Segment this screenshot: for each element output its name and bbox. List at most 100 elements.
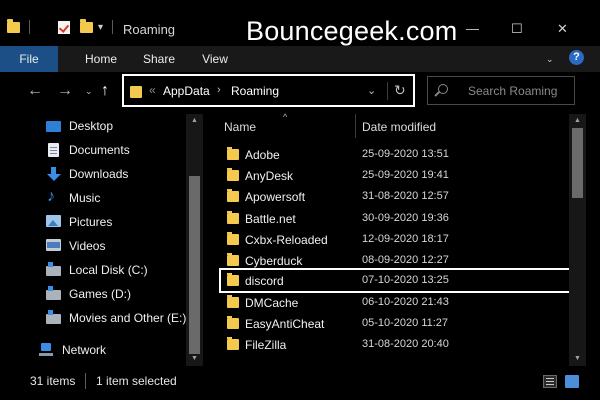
videos-icon bbox=[46, 239, 61, 251]
list-item[interactable]: Adobe 25-09-2020 13:51 bbox=[218, 144, 563, 166]
nav-item-movies-and-other-e[interactable]: Movies and Other (E:) bbox=[46, 308, 196, 328]
tab-home[interactable]: Home bbox=[78, 46, 124, 72]
drive-icon bbox=[46, 286, 61, 300]
properties-icon[interactable] bbox=[58, 21, 70, 34]
drive-icon bbox=[46, 262, 61, 276]
forward-button[interactable]: → bbox=[57, 83, 73, 99]
overflow-crumbs-icon[interactable]: « bbox=[149, 83, 156, 97]
nav-item-local-disk-c[interactable]: Local Disk (C:) bbox=[46, 260, 196, 280]
folder-icon bbox=[227, 211, 239, 224]
nav-item-label: Videos bbox=[69, 239, 106, 253]
folder-icon bbox=[227, 295, 239, 308]
search-box[interactable] bbox=[427, 76, 575, 105]
nav-item-label: Games (D:) bbox=[69, 287, 132, 301]
close-button[interactable]: ✕ bbox=[557, 22, 568, 35]
folder-icon bbox=[227, 168, 239, 181]
address-bar[interactable]: « AppData › Roaming ⌄ ↻ bbox=[122, 74, 415, 107]
nav-item-downloads[interactable]: Downloads bbox=[46, 164, 196, 184]
file-name: Battle.net bbox=[245, 212, 296, 226]
file-list: ^ Name Date modified Adobe 25-09-2020 13… bbox=[206, 112, 573, 366]
brand-watermark: Bouncegeek.com bbox=[246, 16, 458, 46]
scroll-down-icon[interactable]: ▼ bbox=[191, 355, 198, 362]
folder-icon bbox=[227, 316, 239, 329]
sort-ascending-icon: ^ bbox=[283, 112, 288, 122]
file-name: DMCache bbox=[245, 296, 299, 310]
nav-item-videos[interactable]: Videos bbox=[46, 236, 196, 256]
minimize-button[interactable]: — bbox=[466, 22, 479, 35]
file-name: FileZilla bbox=[245, 338, 287, 352]
date-modified: 06-10-2020 21:43 bbox=[362, 296, 449, 308]
list-item[interactable]: AnyDesk 25-09-2020 19:41 bbox=[218, 165, 563, 187]
desktop-icon bbox=[46, 121, 61, 132]
folder-icon bbox=[227, 337, 239, 350]
expand-ribbon-icon[interactable]: ⌄ bbox=[546, 54, 554, 65]
nav-item-label: Downloads bbox=[69, 167, 129, 181]
breadcrumb-roaming[interactable]: Roaming bbox=[231, 84, 279, 98]
documents-icon bbox=[48, 143, 59, 157]
pictures-icon bbox=[46, 215, 61, 227]
large-icons-view-icon[interactable] bbox=[565, 375, 579, 388]
address-divider bbox=[387, 82, 388, 100]
list-item-selected[interactable]: discord 07-10-2020 13:25 bbox=[219, 268, 573, 293]
date-modified: 30-09-2020 19:36 bbox=[362, 212, 449, 224]
nav-item-label: Desktop bbox=[69, 119, 114, 133]
music-icon bbox=[46, 188, 61, 206]
nav-item-label: Movies and Other (E:) bbox=[69, 311, 187, 325]
date-modified: 31-08-2020 20:40 bbox=[362, 338, 449, 350]
folder-icon bbox=[227, 253, 239, 266]
list-item[interactable]: EasyAntiCheat 05-10-2020 11:27 bbox=[218, 313, 563, 335]
maximize-button[interactable]: ☐ bbox=[511, 22, 523, 35]
list-item[interactable]: DMCache 06-10-2020 21:43 bbox=[218, 292, 563, 314]
toolbar-divider bbox=[112, 20, 113, 34]
refresh-icon[interactable]: ↻ bbox=[394, 82, 406, 99]
network-icon bbox=[39, 343, 54, 357]
nav-item-pictures[interactable]: Pictures bbox=[46, 212, 196, 232]
nav-item-documents[interactable]: Documents bbox=[46, 140, 196, 160]
tab-share[interactable]: Share bbox=[136, 46, 182, 72]
new-folder-icon[interactable] bbox=[80, 19, 93, 33]
downloads-icon bbox=[46, 167, 61, 181]
scrollbar-thumb[interactable] bbox=[189, 176, 200, 354]
help-icon[interactable]: ? bbox=[569, 50, 584, 65]
nav-pane-scrollbar[interactable]: ▲ ▼ bbox=[186, 114, 203, 366]
tab-view[interactable]: View bbox=[192, 46, 238, 72]
list-item[interactable]: Battle.net 30-09-2020 19:36 bbox=[218, 208, 563, 230]
selection-status: 1 item selected bbox=[96, 374, 177, 388]
address-dropdown-icon[interactable]: ⌄ bbox=[367, 84, 376, 97]
recent-locations-icon[interactable]: ⌄ bbox=[85, 86, 93, 97]
breadcrumb-appdata[interactable]: AppData bbox=[163, 84, 210, 98]
quick-access-dropdown-icon[interactable]: ▾ bbox=[98, 22, 103, 33]
file-name: Apowersoft bbox=[245, 190, 306, 204]
nav-item-network[interactable]: Network bbox=[39, 340, 189, 360]
date-modified: 08-09-2020 12:27 bbox=[362, 254, 449, 266]
file-list-scrollbar[interactable]: ▲ ▼ bbox=[569, 114, 586, 366]
column-divider[interactable] bbox=[355, 114, 356, 138]
list-item[interactable]: FileZilla 31-08-2020 20:40 bbox=[218, 334, 563, 356]
nav-item-music[interactable]: Music bbox=[46, 188, 196, 208]
scroll-down-icon[interactable]: ▼ bbox=[574, 355, 581, 362]
details-view-icon[interactable] bbox=[543, 375, 557, 388]
file-name: Adobe bbox=[245, 148, 280, 162]
column-header-date-modified[interactable]: Date modified bbox=[362, 120, 436, 134]
nav-item-desktop[interactable]: Desktop bbox=[46, 116, 196, 136]
scroll-up-icon[interactable]: ▲ bbox=[574, 117, 581, 124]
folder-icon bbox=[130, 86, 142, 98]
date-modified: 31-08-2020 12:57 bbox=[362, 190, 449, 202]
date-modified: 25-09-2020 19:41 bbox=[362, 169, 449, 181]
column-header-name[interactable]: Name bbox=[224, 120, 256, 134]
back-button[interactable]: ← bbox=[27, 83, 43, 99]
chevron-right-icon[interactable]: › bbox=[217, 84, 221, 96]
up-button[interactable]: ↑ bbox=[101, 83, 109, 99]
list-item[interactable]: Cxbx-Reloaded 12-09-2020 18:17 bbox=[218, 229, 563, 251]
folder-icon bbox=[227, 147, 239, 160]
tab-file[interactable]: File bbox=[0, 46, 58, 72]
scrollbar-thumb[interactable] bbox=[572, 128, 583, 198]
search-input[interactable] bbox=[468, 83, 572, 99]
date-modified: 07-10-2020 13:25 bbox=[362, 274, 449, 286]
folder-icon[interactable] bbox=[7, 19, 20, 33]
list-item[interactable]: Apowersoft 31-08-2020 12:57 bbox=[218, 186, 563, 208]
nav-item-games-d[interactable]: Games (D:) bbox=[46, 284, 196, 304]
nav-item-label: Music bbox=[69, 191, 101, 205]
scroll-up-icon[interactable]: ▲ bbox=[191, 117, 198, 124]
ribbon-tabs: File Home Share View ⌄ bbox=[0, 46, 600, 72]
